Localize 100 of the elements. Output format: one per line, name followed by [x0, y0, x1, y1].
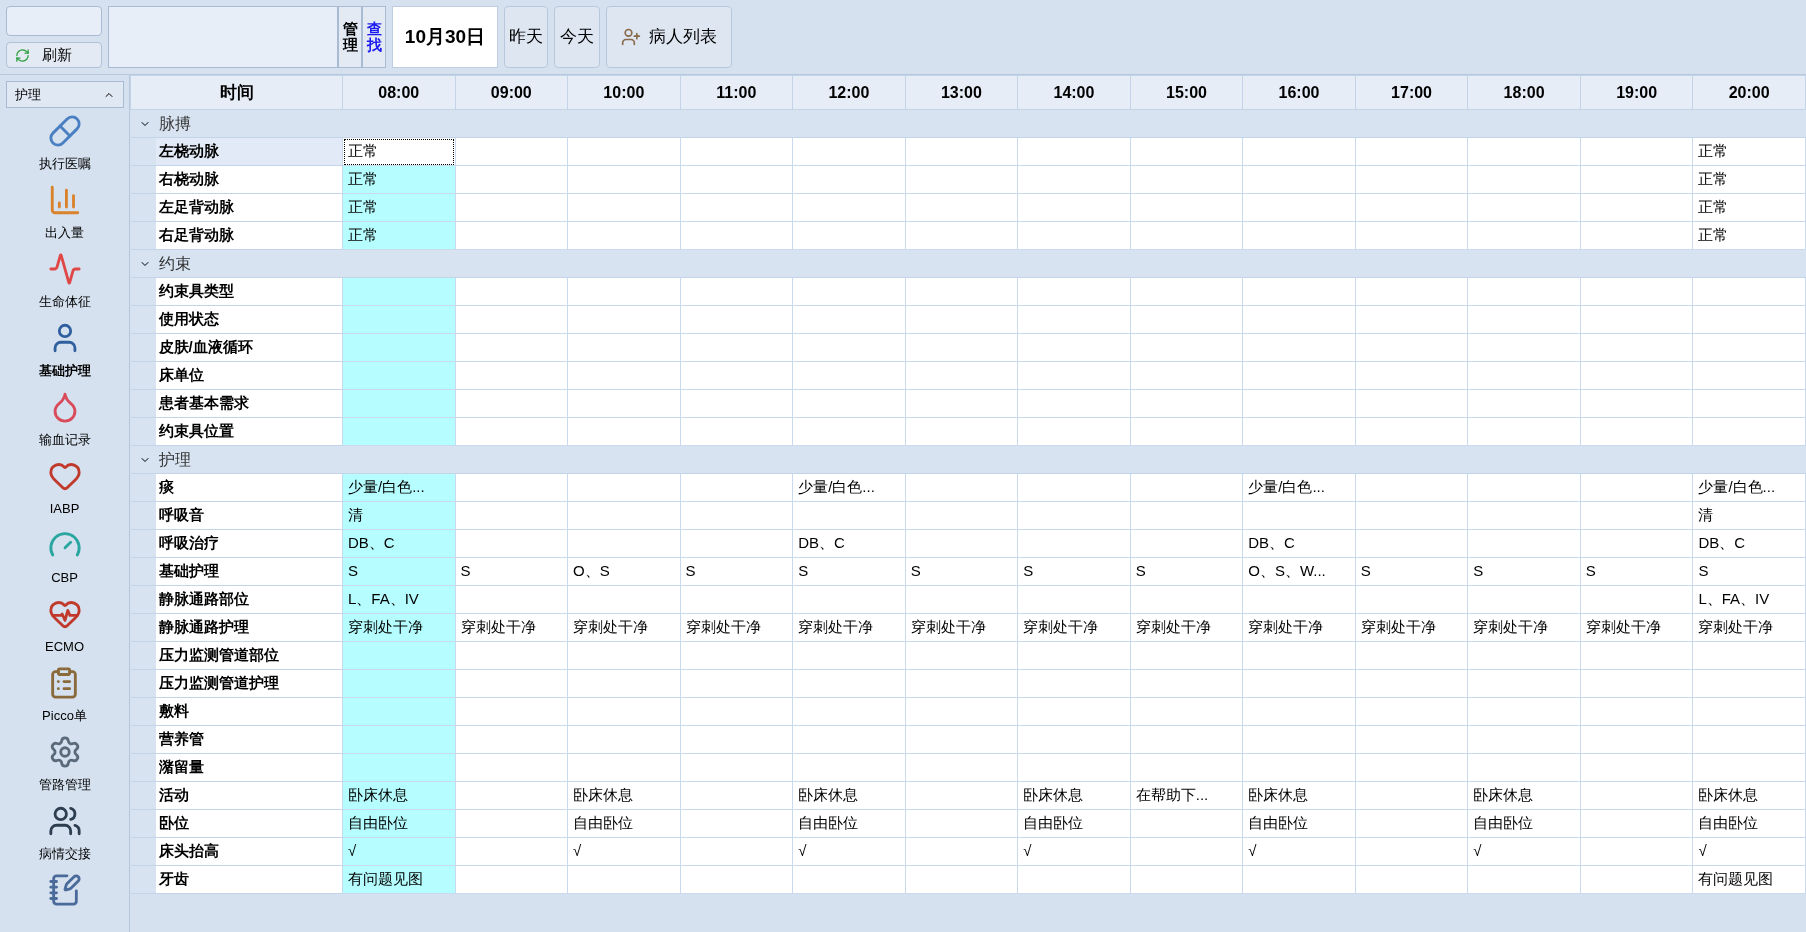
table-cell[interactable] [1130, 529, 1243, 558]
table-cell[interactable] [1580, 837, 1693, 866]
table-cell[interactable] [1355, 585, 1468, 614]
table-cell[interactable] [1130, 641, 1243, 670]
table-cell[interactable] [792, 389, 906, 418]
table-cell[interactable] [1467, 137, 1581, 166]
date-field[interactable]: 10月30日 [392, 6, 498, 68]
table-cell[interactable] [1130, 193, 1243, 222]
table-cell[interactable] [1130, 473, 1243, 502]
table-cell[interactable] [1692, 389, 1806, 418]
table-cell[interactable] [567, 165, 681, 194]
find-link[interactable]: 查找 [362, 6, 386, 68]
table-cell[interactable]: 穿刺处干净 [1242, 613, 1356, 642]
table-cell[interactable] [905, 585, 1018, 614]
table-cell[interactable]: 穿刺处干净 [680, 613, 793, 642]
table-cell[interactable] [1580, 193, 1693, 222]
table-cell[interactable] [567, 501, 681, 530]
table-cell[interactable] [1580, 753, 1693, 782]
table-cell[interactable] [1580, 473, 1693, 502]
table-cell[interactable]: 穿刺处干净 [1692, 613, 1806, 642]
table-cell[interactable] [567, 333, 681, 362]
table-cell[interactable] [455, 221, 568, 250]
table-cell[interactable]: 在帮助下... [1130, 781, 1243, 810]
table-cell[interactable] [680, 865, 793, 894]
table-cell[interactable] [1130, 165, 1243, 194]
column-header[interactable]: 13:00 [905, 75, 1018, 110]
column-header[interactable]: 10:00 [567, 75, 681, 110]
table-cell[interactable] [792, 361, 906, 390]
sidebar-item[interactable]: 管路管理 [38, 775, 91, 795]
table-cell[interactable] [1017, 641, 1131, 670]
table-cell[interactable]: 穿刺处干净 [455, 613, 568, 642]
table-cell[interactable]: 清 [342, 501, 456, 530]
table-cell[interactable] [567, 137, 681, 166]
row-label[interactable]: 活动 [155, 782, 342, 809]
table-cell[interactable] [905, 137, 1018, 166]
table-cell[interactable]: 穿刺处干净 [792, 613, 906, 642]
table-cell[interactable] [567, 585, 681, 614]
table-cell[interactable] [905, 529, 1018, 558]
table-cell[interactable]: S [342, 557, 456, 586]
table-cell[interactable]: 自由卧位 [792, 809, 906, 838]
table-cell[interactable] [905, 277, 1018, 306]
table-cell[interactable]: √ [567, 837, 681, 866]
table-cell[interactable] [1692, 305, 1806, 334]
table-cell[interactable] [342, 753, 456, 782]
table-cell[interactable] [1355, 389, 1468, 418]
table-cell[interactable] [1580, 277, 1693, 306]
row-label[interactable]: 左足背动脉 [155, 194, 342, 221]
table-cell[interactable]: 少量/白色... [1692, 473, 1806, 502]
table-cell[interactable] [792, 753, 906, 782]
table-cell[interactable] [1242, 277, 1356, 306]
row-label[interactable]: 静脉通路部位 [155, 586, 342, 613]
table-cell[interactable] [455, 669, 568, 698]
row-label[interactable]: 呼吸治疗 [155, 530, 342, 557]
table-cell[interactable] [680, 193, 793, 222]
table-cell[interactable]: √ [1692, 837, 1806, 866]
table-cell[interactable] [1467, 277, 1581, 306]
table-cell[interactable] [1130, 809, 1243, 838]
table-cell[interactable]: 卧床休息 [1467, 781, 1581, 810]
table-cell[interactable]: O、S、W... [1242, 557, 1356, 586]
table-cell[interactable] [1017, 753, 1131, 782]
table-cell[interactable] [1580, 389, 1693, 418]
row-label[interactable]: 潴留量 [155, 754, 342, 781]
sidebar-item[interactable]: 基础护理 [38, 361, 91, 381]
table-cell[interactable] [1580, 417, 1693, 446]
table-cell[interactable] [905, 865, 1018, 894]
table-cell[interactable] [1467, 865, 1581, 894]
table-cell[interactable] [567, 361, 681, 390]
table-cell[interactable] [567, 865, 681, 894]
table-cell[interactable] [680, 277, 793, 306]
table-cell[interactable] [680, 305, 793, 334]
table-cell[interactable] [342, 305, 456, 334]
table-cell[interactable] [680, 361, 793, 390]
table-cell[interactable] [905, 193, 1018, 222]
table-cell[interactable]: L、FA、IV [342, 585, 456, 614]
table-cell[interactable]: 自由卧位 [1467, 809, 1581, 838]
table-cell[interactable] [1017, 221, 1131, 250]
table-cell[interactable] [1467, 753, 1581, 782]
table-cell[interactable] [455, 277, 568, 306]
table-cell[interactable] [455, 809, 568, 838]
table-cell[interactable] [1355, 781, 1468, 810]
table-cell[interactable]: 自由卧位 [1692, 809, 1806, 838]
table-cell[interactable] [567, 473, 681, 502]
table-cell[interactable] [905, 417, 1018, 446]
table-cell[interactable]: S [1580, 557, 1693, 586]
sidebar-item[interactable]: 输血记录 [38, 430, 91, 450]
table-cell[interactable] [680, 333, 793, 362]
table-cell[interactable] [1355, 193, 1468, 222]
table-cell[interactable] [1580, 725, 1693, 754]
table-cell[interactable] [342, 641, 456, 670]
column-header[interactable]: 20:00 [1692, 75, 1806, 110]
table-cell[interactable] [680, 669, 793, 698]
table-cell[interactable] [567, 725, 681, 754]
row-label[interactable]: 约束具位置 [155, 418, 342, 445]
table-cell[interactable] [1580, 305, 1693, 334]
table-cell[interactable] [1467, 641, 1581, 670]
table-cell[interactable] [792, 193, 906, 222]
table-cell[interactable]: √ [342, 837, 456, 866]
refresh-button[interactable]: 刷新 [6, 42, 102, 68]
table-cell[interactable]: √ [1467, 837, 1581, 866]
table-cell[interactable] [1017, 529, 1131, 558]
